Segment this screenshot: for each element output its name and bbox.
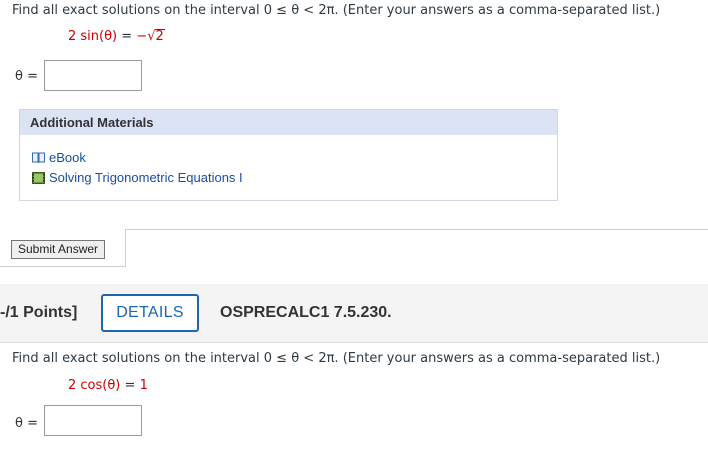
equation-minus: − — [136, 29, 148, 44]
answer-input[interactable] — [44, 60, 142, 91]
additional-materials-panel: Additional Materials eBook Solving Trigo… — [19, 109, 558, 201]
radicand: 2 — [154, 29, 165, 44]
prompt-prefix: Find all exact solutions on the interval — [12, 351, 260, 366]
prompt-suffix: (Enter your answers as a comma-separated… — [342, 351, 661, 366]
video-label: Solving Trigonometric Equations I — [49, 170, 243, 185]
book-icon — [32, 152, 45, 164]
ebook-label: eBook — [49, 150, 86, 165]
question-1-equation: 2 sin(θ) = −√2 — [68, 29, 165, 44]
question-1-prompt: Find all exact solutions on the interval… — [12, 3, 660, 18]
equation-rhs: 1 — [139, 378, 148, 393]
additional-materials-title: Additional Materials — [20, 110, 557, 135]
prompt-suffix: (Enter your answers as a comma-separated… — [342, 3, 661, 18]
video-icon — [32, 172, 45, 184]
equation-equals: = — [121, 29, 133, 44]
answer-label-2: θ = — [15, 416, 38, 431]
points-label: -/1 Points] — [0, 304, 78, 321]
divider — [126, 229, 708, 230]
question-id: OSPRECALC1 7.5.230. — [220, 304, 392, 321]
answer-input-2[interactable] — [44, 405, 142, 436]
submit-answer-button[interactable]: Submit Answer — [11, 240, 106, 259]
equation-equals: = — [124, 378, 136, 393]
ebook-link[interactable]: eBook — [32, 150, 86, 165]
equation-lhs: 2 cos(θ) — [68, 378, 121, 393]
question-2-prompt: Find all exact solutions on the interval… — [12, 351, 660, 366]
answer-label: θ = — [15, 69, 38, 84]
details-button[interactable]: DETAILS — [101, 294, 199, 332]
equation-lhs: 2 sin(θ) — [68, 29, 118, 44]
question-2-equation: 2 cos(θ) = 1 — [68, 378, 148, 393]
video-link[interactable]: Solving Trigonometric Equations I — [32, 170, 243, 185]
interval: 0 ≤ θ < 2π. — [263, 3, 339, 18]
interval: 0 ≤ θ < 2π. — [263, 351, 339, 366]
prompt-prefix: Find all exact solutions on the interval — [12, 3, 260, 18]
